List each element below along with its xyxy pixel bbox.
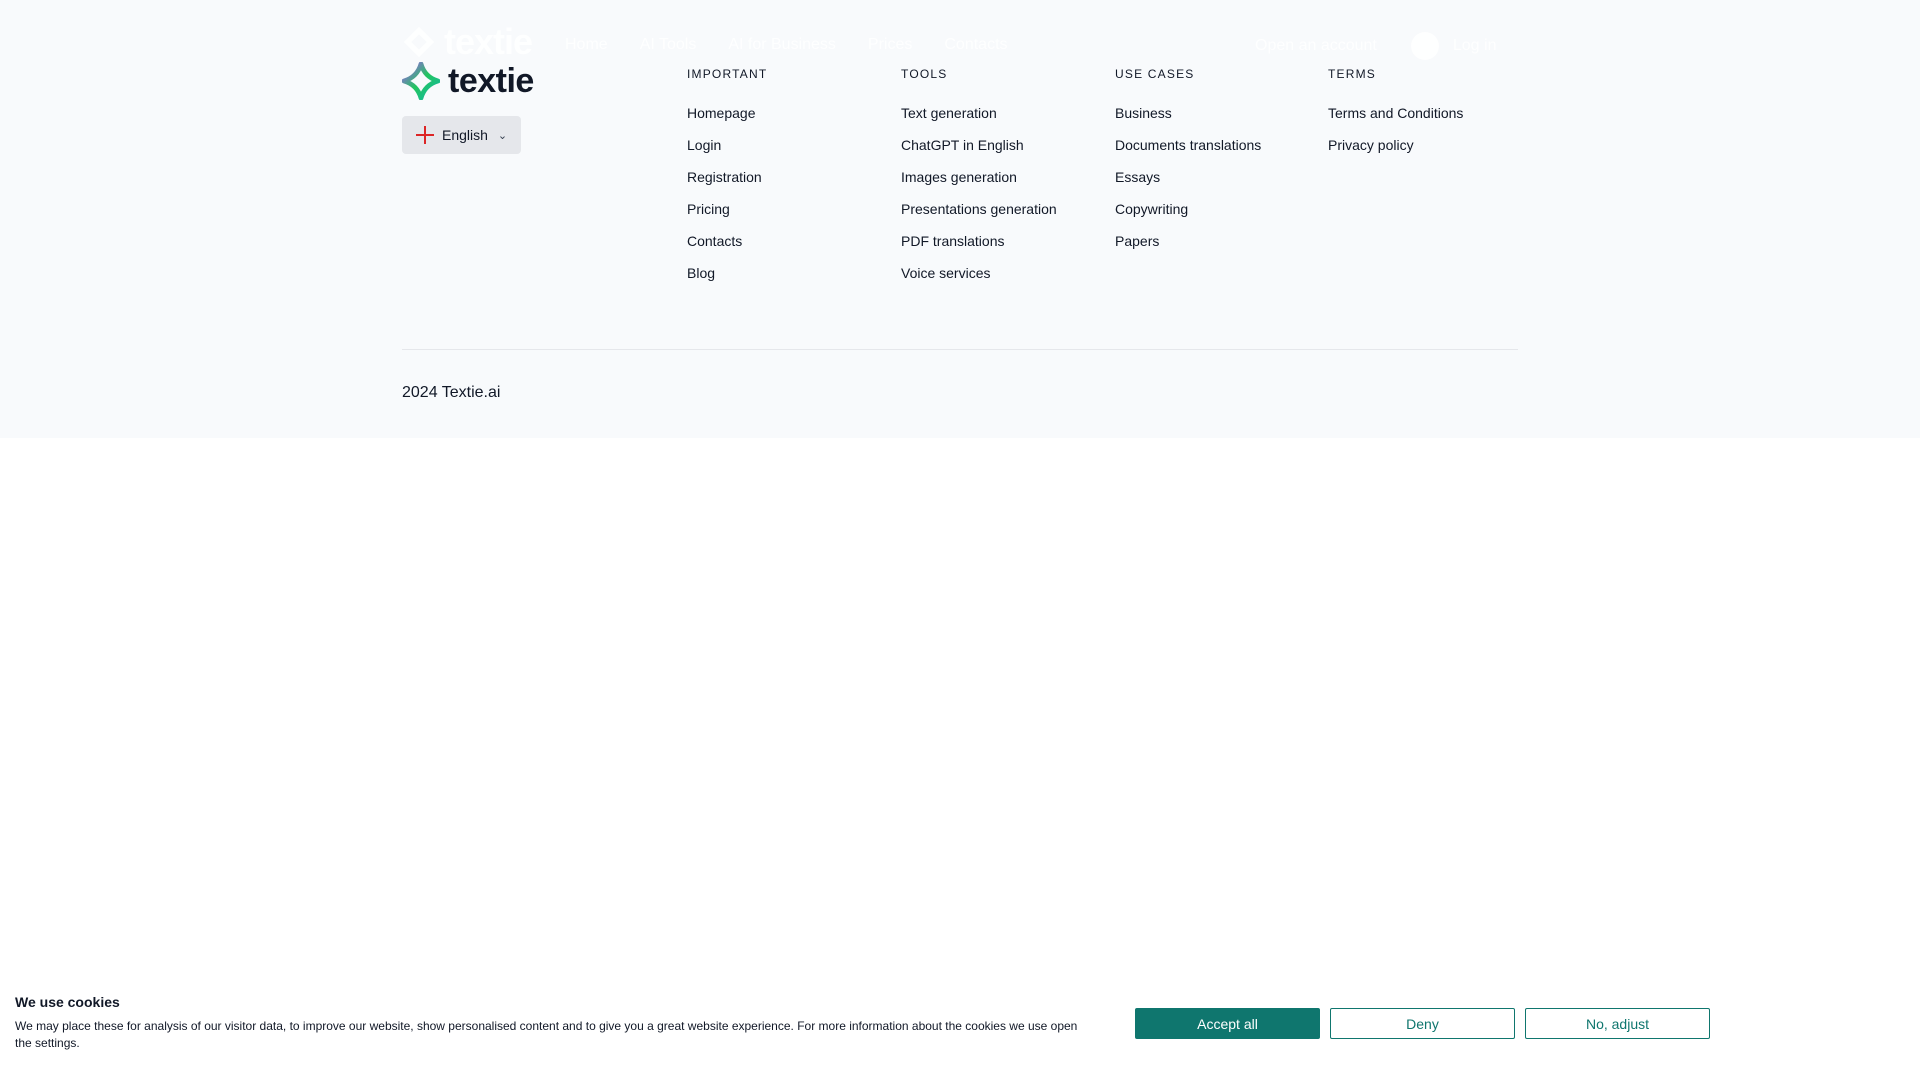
footer-link-text-generation[interactable]: Text generation <box>901 105 997 121</box>
footer-logo[interactable]: textie <box>402 62 534 100</box>
footer-link-pricing[interactable]: Pricing <box>687 201 730 217</box>
page: textie Home AI Tools AI for Business Pri… <box>0 0 1920 1080</box>
copyright-text: 2024 Textie.ai <box>402 384 501 401</box>
footer-link-essays[interactable]: Essays <box>1115 169 1160 185</box>
footer-link-terms[interactable]: Terms and Conditions <box>1328 105 1463 121</box>
footer-column-tools: TOOLS Text generation ChatGPT in English… <box>901 66 1057 296</box>
column-title: USE CASES <box>1115 67 1195 81</box>
column-title: IMPORTANT <box>687 67 768 81</box>
site-footer: textie Home AI Tools AI for Business Pri… <box>0 0 1920 438</box>
footer-link-chatgpt-english[interactable]: ChatGPT in English <box>901 137 1024 153</box>
footer-link-homepage[interactable]: Homepage <box>687 105 756 121</box>
footer-column-use-cases: USE CASES Business Documents translation… <box>1115 66 1261 264</box>
deny-button[interactable]: Deny <box>1330 1008 1515 1039</box>
language-selector[interactable]: English ⌄ <box>402 116 521 154</box>
footer-link-pdf-translations[interactable]: PDF translations <box>901 233 1004 249</box>
column-title: TOOLS <box>901 67 948 81</box>
footer-link-contacts[interactable]: Contacts <box>687 233 742 249</box>
cookie-description: We may place these for analysis of our v… <box>15 1019 1078 1050</box>
chevron-down-icon: ⌄ <box>497 129 508 142</box>
england-flag-icon <box>416 126 434 144</box>
footer-link-registration[interactable]: Registration <box>687 169 762 185</box>
footer-link-documents-translations[interactable]: Documents translations <box>1115 137 1261 153</box>
footer-link-copywriting[interactable]: Copywriting <box>1115 201 1188 217</box>
footer-link-privacy[interactable]: Privacy policy <box>1328 137 1414 153</box>
cookie-title: We use cookies <box>15 994 120 1010</box>
column-title: TERMS <box>1328 67 1376 81</box>
footer-link-images-generation[interactable]: Images generation <box>901 169 1017 185</box>
footer-column-terms: TERMS Terms and Conditions Privacy polic… <box>1328 66 1463 168</box>
footer-link-presentations-generation[interactable]: Presentations generation <box>901 201 1057 217</box>
footer-logo-text: textie <box>448 62 534 100</box>
adjust-button[interactable]: No, adjust <box>1525 1008 1710 1039</box>
cookie-banner: We use cookies We may place these for an… <box>0 980 1920 1080</box>
textie-logo-icon <box>402 62 440 100</box>
footer-link-voice-services[interactable]: Voice services <box>901 265 990 281</box>
footer-link-papers[interactable]: Papers <box>1115 233 1159 249</box>
footer-link-blog[interactable]: Blog <box>687 265 715 281</box>
footer-link-login[interactable]: Login <box>687 137 721 153</box>
footer-divider <box>402 349 1518 350</box>
footer-content: textie English ⌄ IMPORTANT Homepage Logi… <box>402 0 1518 438</box>
footer-link-business[interactable]: Business <box>1115 105 1172 121</box>
accept-all-button[interactable]: Accept all <box>1135 1008 1320 1039</box>
language-label: English <box>442 127 488 143</box>
footer-column-important: IMPORTANT Homepage Login Registration Pr… <box>687 66 767 296</box>
